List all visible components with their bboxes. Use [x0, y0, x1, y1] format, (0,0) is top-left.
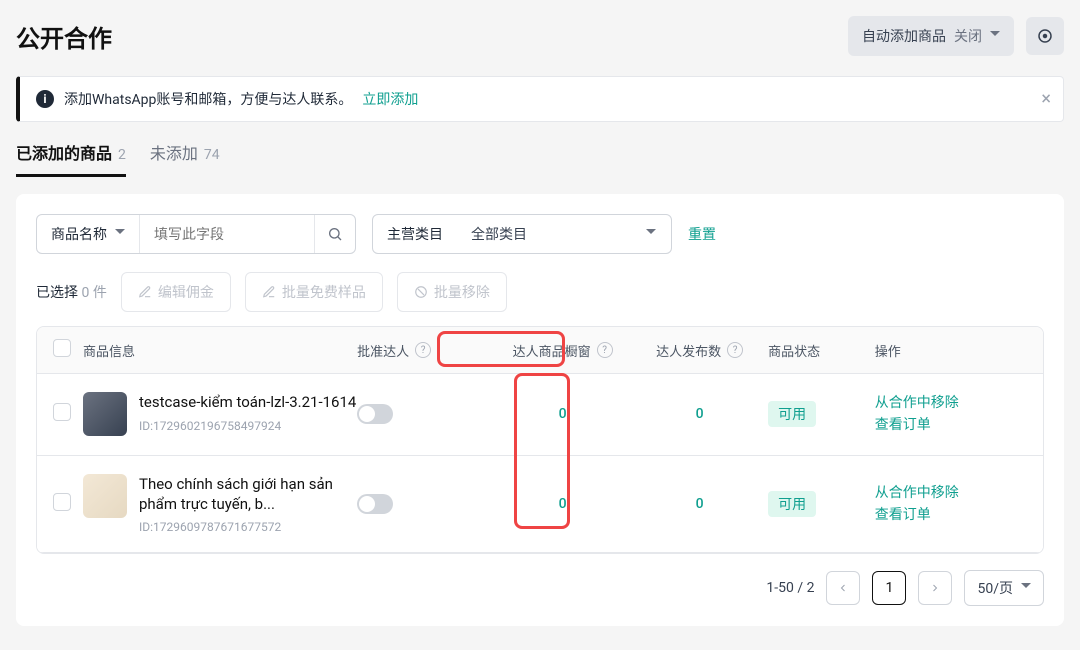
view-orders-link[interactable]: 查看订单 — [875, 414, 1027, 436]
tab-notadded-label: 未添加 — [150, 140, 198, 164]
col-showcase: 达人商品橱窗? — [494, 341, 631, 360]
selected-count: 已选择 0 件 — [36, 282, 107, 302]
table-header: 商品信息 批准达人? 达人商品橱窗? 达人发布数? 商品状态 操作 — [37, 327, 1043, 374]
auto-add-label: 自动添加商品 — [862, 26, 946, 46]
select-all-checkbox[interactable] — [53, 339, 71, 357]
remove-link[interactable]: 从合作中移除 — [875, 392, 1027, 414]
col-actions: 操作 — [875, 341, 1027, 360]
panel: 商品名称 主营类目 全部类目 — [16, 194, 1064, 626]
tabs: 已添加的商品 2 未添加 74 — [16, 140, 1064, 178]
row-checkbox[interactable] — [53, 403, 71, 421]
status-badge: 可用 — [768, 491, 816, 517]
product-name[interactable]: testcase-kiểm toán-lzl-3.21-1614 — [139, 392, 356, 412]
page-size-select[interactable]: 50/页 — [964, 570, 1044, 606]
col-product: 商品信息 — [83, 341, 357, 360]
auto-add-state: 关闭 — [954, 26, 982, 46]
category-filter[interactable]: 主营类目 全部类目 — [372, 214, 672, 254]
view-orders-link[interactable]: 查看订单 — [875, 504, 1027, 526]
product-name[interactable]: Theo chính sách giới hạn sản phẩm trực t… — [139, 474, 357, 515]
status-badge: 可用 — [768, 401, 816, 427]
posts-count[interactable]: 0 — [696, 406, 704, 422]
batch-remove-button[interactable]: 批量移除 — [397, 272, 507, 312]
tab-notadded-count: 74 — [204, 147, 220, 163]
col-status: 商品状态 — [768, 341, 875, 360]
remove-link[interactable]: 从合作中移除 — [875, 482, 1027, 504]
chevron-down-icon — [990, 27, 1000, 45]
edit-commission-button[interactable]: 编辑佣金 — [121, 272, 231, 312]
alert-text: 添加WhatsApp账号和邮箱，方便与达人联系。 — [64, 89, 352, 109]
chevron-down-icon — [115, 225, 125, 243]
product-id: ID:1729602196758497924 — [139, 419, 356, 433]
col-approve: 批准达人? — [357, 341, 494, 360]
help-icon[interactable]: ? — [727, 342, 743, 358]
auto-add-products-toggle[interactable]: 自动添加商品 关闭 — [848, 16, 1014, 56]
help-icon[interactable]: ? — [415, 342, 431, 358]
showcase-count[interactable]: 0 — [559, 406, 567, 422]
tab-added[interactable]: 已添加的商品 2 — [16, 140, 126, 177]
page-title: 公开合作 — [16, 19, 112, 54]
location-icon-button[interactable] — [1026, 17, 1064, 55]
reset-filters[interactable]: 重置 — [688, 224, 716, 244]
table-row: Theo chính sách giới hạn sản phẩm trực t… — [37, 456, 1043, 554]
products-table: 商品信息 批准达人? 达人商品橱窗? 达人发布数? 商品状态 操作 testca… — [36, 326, 1044, 554]
next-page-button[interactable] — [918, 571, 952, 605]
header-actions: 自动添加商品 关闭 — [848, 16, 1064, 56]
batch-sample-button[interactable]: 批量免费样品 — [245, 272, 383, 312]
search-field-label: 商品名称 — [51, 224, 107, 244]
search-field-select[interactable]: 商品名称 — [37, 215, 139, 253]
posts-count[interactable]: 0 — [696, 496, 704, 512]
category-label: 主营类目 — [387, 224, 443, 244]
search-input[interactable] — [154, 215, 300, 253]
category-value: 全部类目 — [471, 224, 527, 244]
row-checkbox[interactable] — [53, 493, 71, 511]
chevron-down-icon — [631, 225, 671, 243]
info-icon: i — [36, 90, 54, 108]
pagination-range: 1-50 / 2 — [766, 580, 814, 596]
approve-toggle[interactable] — [357, 404, 393, 424]
tab-added-count: 2 — [118, 147, 126, 163]
product-thumbnail — [83, 392, 127, 436]
page-1-button[interactable]: 1 — [872, 571, 906, 605]
search-button[interactable] — [315, 226, 355, 242]
close-icon[interactable]: × — [1041, 89, 1051, 110]
showcase-count[interactable]: 0 — [559, 496, 567, 512]
approve-toggle[interactable] — [357, 494, 393, 514]
tab-added-label: 已添加的商品 — [16, 140, 112, 164]
contact-alert: i 添加WhatsApp账号和邮箱，方便与达人联系。 立即添加 × — [16, 76, 1064, 122]
product-id: ID:1729609787671677572 — [139, 520, 357, 534]
search-combo: 商品名称 — [36, 214, 356, 254]
alert-add-link[interactable]: 立即添加 — [362, 89, 418, 109]
pagination: 1-50 / 2 1 50/页 — [36, 570, 1044, 606]
help-icon[interactable]: ? — [597, 342, 613, 358]
product-thumbnail — [83, 474, 127, 518]
chevron-down-icon — [1021, 579, 1031, 597]
col-posts: 达人发布数? — [631, 341, 768, 360]
prev-page-button[interactable] — [826, 571, 860, 605]
table-row: testcase-kiểm toán-lzl-3.21-1614 ID:1729… — [37, 374, 1043, 456]
tab-notadded[interactable]: 未添加 74 — [150, 140, 220, 177]
